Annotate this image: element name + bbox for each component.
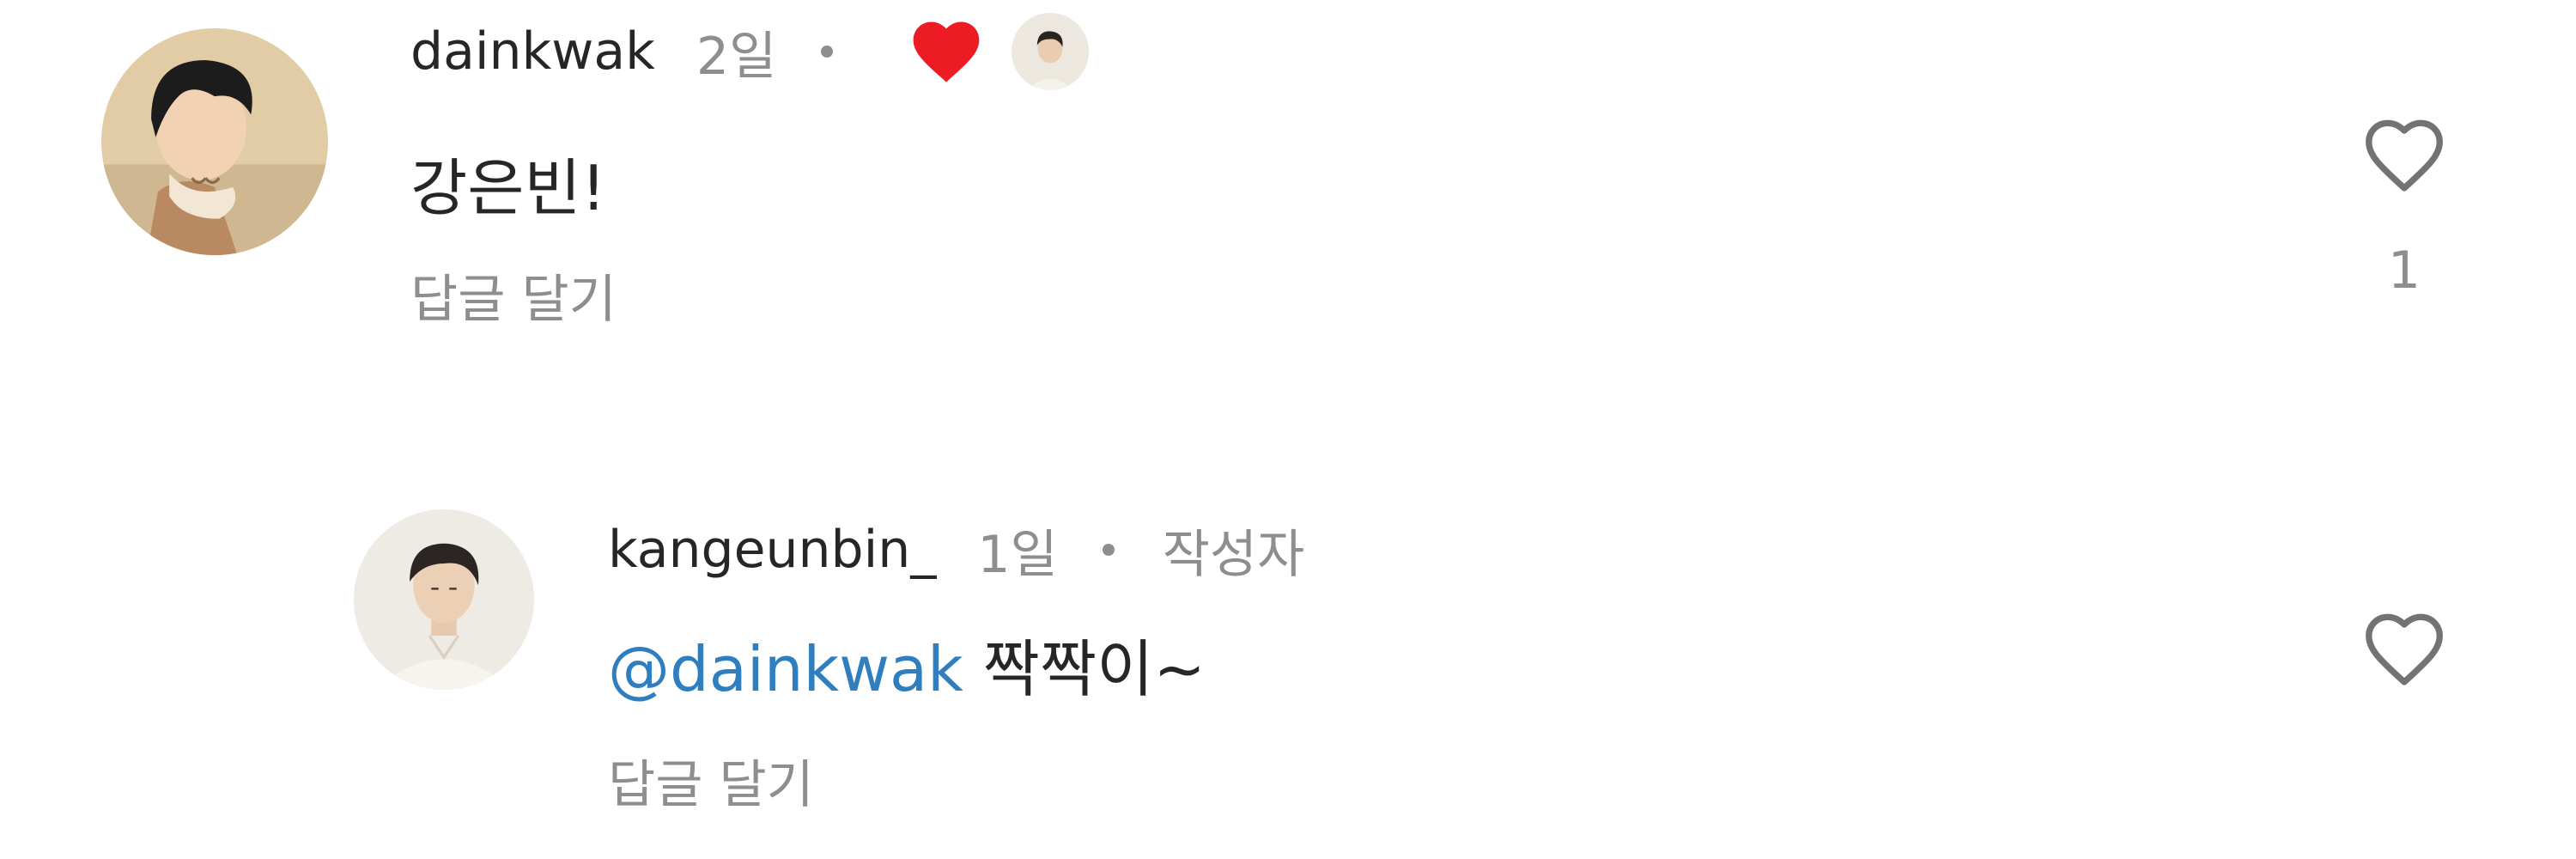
heart-outline-icon[interactable]: [2353, 601, 2456, 696]
comment-text: @dainkwak 짝짝이~: [608, 618, 1206, 709]
heart-filled-icon: [907, 12, 986, 91]
comment-meta: dainkwak 2일: [410, 9, 1090, 94]
comment-meta: kangeunbin_ 1일 작성자: [608, 507, 1304, 593]
like-count: 1: [2387, 241, 2421, 301]
avatar[interactable]: [354, 509, 534, 690]
mention-link[interactable]: @dainkwak: [608, 633, 963, 705]
avatar-photo: [354, 509, 534, 690]
username[interactable]: dainkwak: [410, 21, 655, 82]
heart-outline-icon[interactable]: [2353, 107, 2456, 202]
author-avatar: [1012, 13, 1090, 90]
comment-item: dainkwak 2일 강은빈! 답글 달기 1: [0, 0, 2576, 412]
reply-button[interactable]: 답글 달기: [608, 743, 814, 818]
timestamp: 2일: [696, 26, 777, 87]
separator-dot: [821, 46, 834, 58]
comment-text-body: 짝짝이~: [963, 633, 1206, 705]
avatar-illustration: [101, 28, 328, 255]
comment-text: 강은빈!: [410, 152, 606, 224]
author-badge: 작성자: [1162, 524, 1305, 585]
avatar[interactable]: [101, 28, 328, 255]
comment-item: kangeunbin_ 1일 작성자 @dainkwak 짝짝이~ 답글 달기: [0, 481, 2576, 859]
separator-dot: [1102, 544, 1115, 556]
username[interactable]: kangeunbin_: [608, 520, 936, 580]
timestamp: 1일: [977, 524, 1058, 585]
reply-button[interactable]: 답글 달기: [410, 258, 617, 332]
